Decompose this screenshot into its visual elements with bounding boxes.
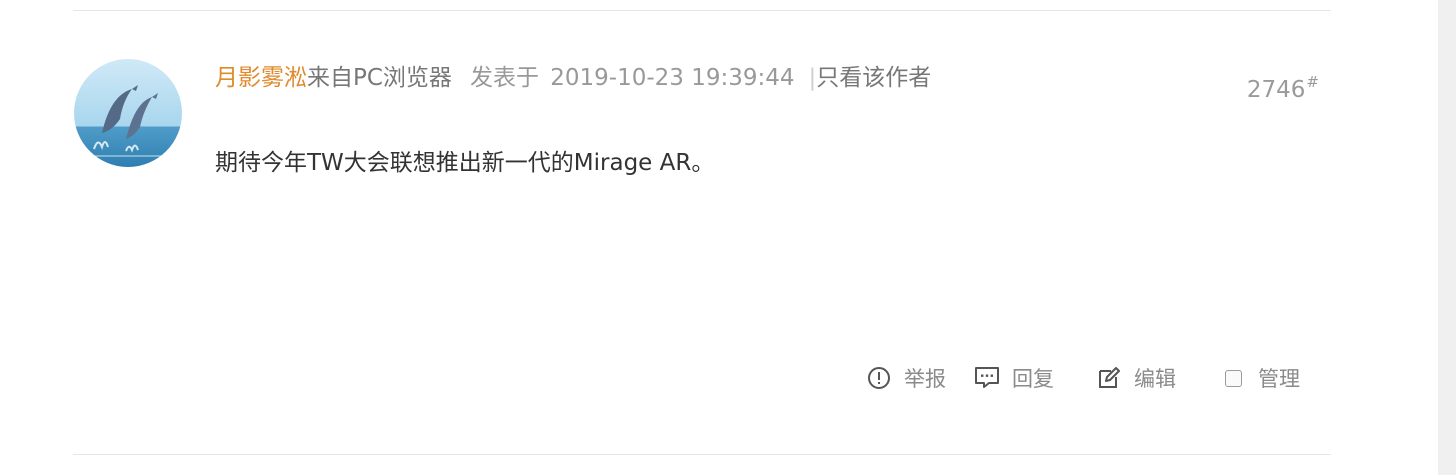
- post-source: 来自PC浏览器: [307, 65, 452, 91]
- floor-mark: #: [1306, 73, 1319, 91]
- manage-label: 管理: [1258, 367, 1300, 391]
- report-button[interactable]: 举报: [866, 363, 946, 393]
- edit-label: 编辑: [1134, 367, 1176, 391]
- only-author-link[interactable]: 只看该作者: [816, 65, 931, 91]
- avatar[interactable]: [74, 59, 182, 167]
- dolphins-avatar-image: [74, 59, 182, 167]
- reply-label: 回复: [1012, 367, 1054, 391]
- manage-checkbox[interactable]: 管理: [1220, 363, 1300, 393]
- speech-bubble-icon: [974, 365, 1000, 391]
- reply-button[interactable]: 回复: [974, 363, 1054, 393]
- post-actions: 举报 回复 编辑 管理: [866, 363, 1300, 393]
- author-link[interactable]: 月影雾淞: [215, 65, 307, 91]
- alert-circle-icon: [866, 365, 892, 391]
- post-meta: 月影雾淞来自PC浏览器 发表于 2019-10-23 19:39:44 |只看该作者: [215, 62, 931, 94]
- post-content: 期待今年TW大会联想推出新一代的Mirage AR。: [215, 150, 715, 176]
- edit-button[interactable]: 编辑: [1096, 363, 1176, 393]
- top-divider: [73, 10, 1331, 11]
- report-label: 举报: [904, 367, 946, 391]
- floor-number[interactable]: 2746#: [1246, 73, 1319, 103]
- checkbox-icon[interactable]: [1220, 365, 1246, 391]
- bottom-divider: [73, 454, 1331, 455]
- posted-label: 发表于: [469, 65, 539, 91]
- posted-time: 2019-10-23 19:39:44: [550, 65, 795, 91]
- edit-pencil-icon: [1096, 365, 1122, 391]
- scrollbar-track[interactable]: [1438, 0, 1456, 475]
- floor-number-value: 2746: [1246, 77, 1306, 103]
